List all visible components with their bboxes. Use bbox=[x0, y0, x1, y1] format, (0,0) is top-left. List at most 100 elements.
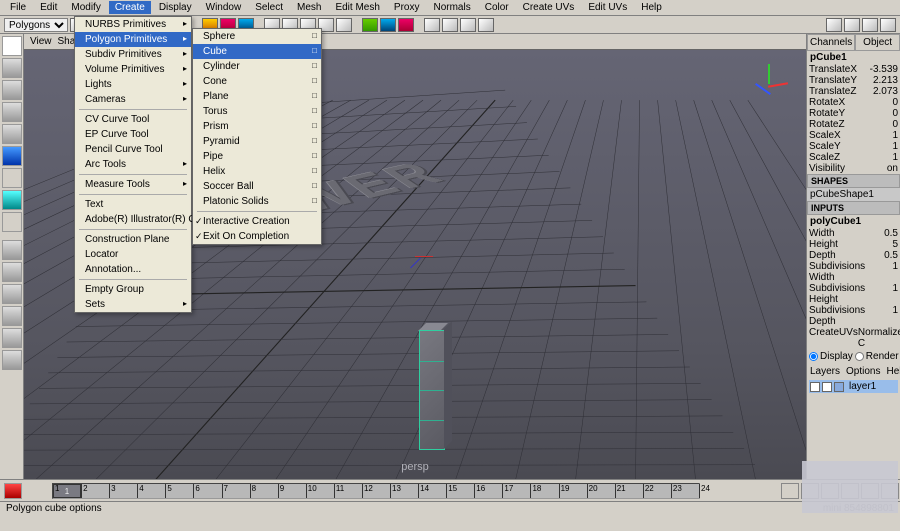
menuitem-annotation-[interactable]: Annotation... bbox=[75, 262, 191, 277]
module-selector[interactable]: Polygons bbox=[4, 18, 68, 32]
channel-translatex[interactable]: TranslateX-3.539 bbox=[807, 64, 900, 75]
attr-subdivisions-depth[interactable]: Subdivisions Depth1 bbox=[807, 305, 900, 327]
menuitem-volume-primitives[interactable]: Volume Primitives bbox=[75, 62, 191, 77]
tab-object[interactable]: Object bbox=[855, 34, 900, 51]
select-tool[interactable] bbox=[2, 36, 22, 56]
render-icon[interactable] bbox=[380, 18, 396, 32]
channel-rotatex[interactable]: RotateX0 bbox=[807, 97, 900, 108]
input-node[interactable]: polyCube1 bbox=[807, 215, 900, 228]
four-view-layout[interactable] bbox=[2, 262, 22, 282]
menuitem-construction-plane[interactable]: Construction Plane bbox=[75, 232, 191, 247]
menuitem-empty-group[interactable]: Empty Group bbox=[75, 282, 191, 297]
menu-edit[interactable]: Edit bbox=[34, 1, 63, 14]
outliner-icon[interactable] bbox=[442, 18, 458, 32]
menuitem-measure-tools[interactable]: Measure Tools bbox=[75, 177, 191, 192]
layer-type-toggle[interactable] bbox=[822, 382, 832, 392]
menuitem-cylinder[interactable]: Cylinder bbox=[193, 59, 321, 74]
panel-menu-view[interactable]: View bbox=[30, 36, 52, 47]
menuitem-cv-curve-tool[interactable]: CV Curve Tool bbox=[75, 112, 191, 127]
menuitem-text[interactable]: Text bbox=[75, 197, 191, 212]
scale-tool[interactable] bbox=[2, 124, 22, 144]
graph-editor-icon[interactable] bbox=[460, 18, 476, 32]
menuitem-cube[interactable]: Cube bbox=[193, 44, 321, 59]
menuitem-arc-tools[interactable]: Arc Tools bbox=[75, 157, 191, 172]
menu-proxy[interactable]: Proxy bbox=[388, 1, 426, 14]
menu-modify[interactable]: Modify bbox=[65, 1, 106, 14]
menuitem-nurbs-primitives[interactable]: NURBS Primitives bbox=[75, 17, 191, 32]
persp-graph-layout[interactable] bbox=[2, 306, 22, 326]
channel-translatez[interactable]: TranslateZ2.073 bbox=[807, 86, 900, 97]
menuitem-polygon-primitives[interactable]: Polygon Primitives bbox=[75, 32, 191, 47]
move-tool[interactable] bbox=[2, 80, 22, 100]
create-menu-dropdown[interactable]: NURBS PrimitivesPolygon PrimitivesSubdiv… bbox=[74, 16, 192, 313]
channel-scaley[interactable]: ScaleY1 bbox=[807, 141, 900, 152]
menuitem-sphere[interactable]: Sphere bbox=[193, 29, 321, 44]
menu-create[interactable]: Create bbox=[109, 1, 151, 14]
menu-create-uvs[interactable]: Create UVs bbox=[517, 1, 581, 14]
rotate-tool[interactable] bbox=[2, 102, 22, 122]
attribute-editor-icon[interactable] bbox=[862, 18, 878, 32]
script-editor-icon[interactable] bbox=[478, 18, 494, 32]
tool-settings-icon[interactable] bbox=[880, 18, 896, 32]
layers-menu-layers[interactable]: Layers bbox=[810, 366, 840, 377]
layout-icon[interactable] bbox=[826, 18, 842, 32]
channel-translatey[interactable]: TranslateY2.213 bbox=[807, 75, 900, 86]
menuitem-ep-curve-tool[interactable]: EP Curve Tool bbox=[75, 127, 191, 142]
node-name[interactable]: pCube1 bbox=[807, 51, 900, 64]
menuitem-pipe[interactable]: Pipe bbox=[193, 149, 321, 164]
selected-polycube[interactable] bbox=[419, 330, 445, 450]
channel-visibility[interactable]: Visibilityon bbox=[807, 163, 900, 174]
channel-rotatez[interactable]: RotateZ0 bbox=[807, 119, 900, 130]
snap-surface-icon[interactable] bbox=[336, 18, 352, 32]
attr-createuvs[interactable]: CreateUVsNormalize C bbox=[807, 327, 900, 349]
menuitem-soccer-ball[interactable]: Soccer Ball bbox=[193, 179, 321, 194]
layer-row[interactable]: layer1 bbox=[809, 380, 898, 393]
menu-select[interactable]: Select bbox=[249, 1, 289, 14]
attr-subdivisions-width[interactable]: Subdivisions Width1 bbox=[807, 261, 900, 283]
soft-mod-tool[interactable] bbox=[2, 168, 22, 188]
menuitem-locator[interactable]: Locator bbox=[75, 247, 191, 262]
menuitem-pencil-curve-tool[interactable]: Pencil Curve Tool bbox=[75, 142, 191, 157]
layers-menu-options[interactable]: Options bbox=[846, 366, 880, 377]
menuitem-prism[interactable]: Prism bbox=[193, 119, 321, 134]
lasso-tool[interactable] bbox=[2, 58, 22, 78]
layer-color-swatch[interactable] bbox=[834, 382, 844, 392]
layer-name[interactable]: layer1 bbox=[846, 381, 876, 392]
menu-display[interactable]: Display bbox=[153, 1, 198, 14]
attr-depth[interactable]: Depth0.5 bbox=[807, 250, 900, 261]
hypershade-icon[interactable] bbox=[424, 18, 440, 32]
render-radio[interactable]: Render bbox=[855, 351, 899, 362]
layers-menu-help[interactable]: Help bbox=[886, 366, 900, 377]
menuitem-cameras[interactable]: Cameras bbox=[75, 92, 191, 107]
persp-hyper-layout[interactable] bbox=[2, 350, 22, 370]
tab-channels[interactable]: Channels bbox=[807, 34, 855, 51]
menuitem-torus[interactable]: Torus bbox=[193, 104, 321, 119]
menu-edit-mesh[interactable]: Edit Mesh bbox=[329, 1, 385, 14]
menuitem-sets[interactable]: Sets bbox=[75, 297, 191, 312]
goto-start-icon[interactable] bbox=[781, 483, 799, 499]
time-slider[interactable]: 1 12345678910111213141516171819202122232… bbox=[0, 479, 900, 501]
manip-tool[interactable] bbox=[2, 146, 22, 166]
channel-box-icon[interactable] bbox=[844, 18, 860, 32]
menuitem-plane[interactable]: Plane bbox=[193, 89, 321, 104]
channel-rotatey[interactable]: RotateY0 bbox=[807, 108, 900, 119]
attr-width[interactable]: Width0.5 bbox=[807, 228, 900, 239]
channel-scalez[interactable]: ScaleZ1 bbox=[807, 152, 900, 163]
polygon-primitives-submenu[interactable]: SphereCubeCylinderConePlaneTorusPrismPyr… bbox=[192, 28, 322, 245]
menu-normals[interactable]: Normals bbox=[427, 1, 476, 14]
menu-mesh[interactable]: Mesh bbox=[291, 1, 327, 14]
menuitem-interactive-creation[interactable]: Interactive Creation bbox=[193, 214, 321, 229]
shape-node[interactable]: pCubeShape1 bbox=[807, 188, 900, 201]
menuitem-cone[interactable]: Cone bbox=[193, 74, 321, 89]
display-radio[interactable]: Display bbox=[809, 351, 853, 362]
view-axis-gizmo[interactable] bbox=[746, 62, 790, 106]
ipr-icon[interactable] bbox=[362, 18, 378, 32]
menu-edit-uvs[interactable]: Edit UVs bbox=[582, 1, 633, 14]
menuitem-lights[interactable]: Lights bbox=[75, 77, 191, 92]
attr-subdivisions-height[interactable]: Subdivisions Height1 bbox=[807, 283, 900, 305]
timeline-ruler[interactable]: 1 12345678910111213141516171819202122232… bbox=[52, 483, 700, 499]
layer-visible-toggle[interactable] bbox=[810, 382, 820, 392]
menu-help[interactable]: Help bbox=[635, 1, 668, 14]
menuitem-exit-on-completion[interactable]: Exit On Completion bbox=[193, 229, 321, 244]
menu-file[interactable]: File bbox=[4, 1, 32, 14]
